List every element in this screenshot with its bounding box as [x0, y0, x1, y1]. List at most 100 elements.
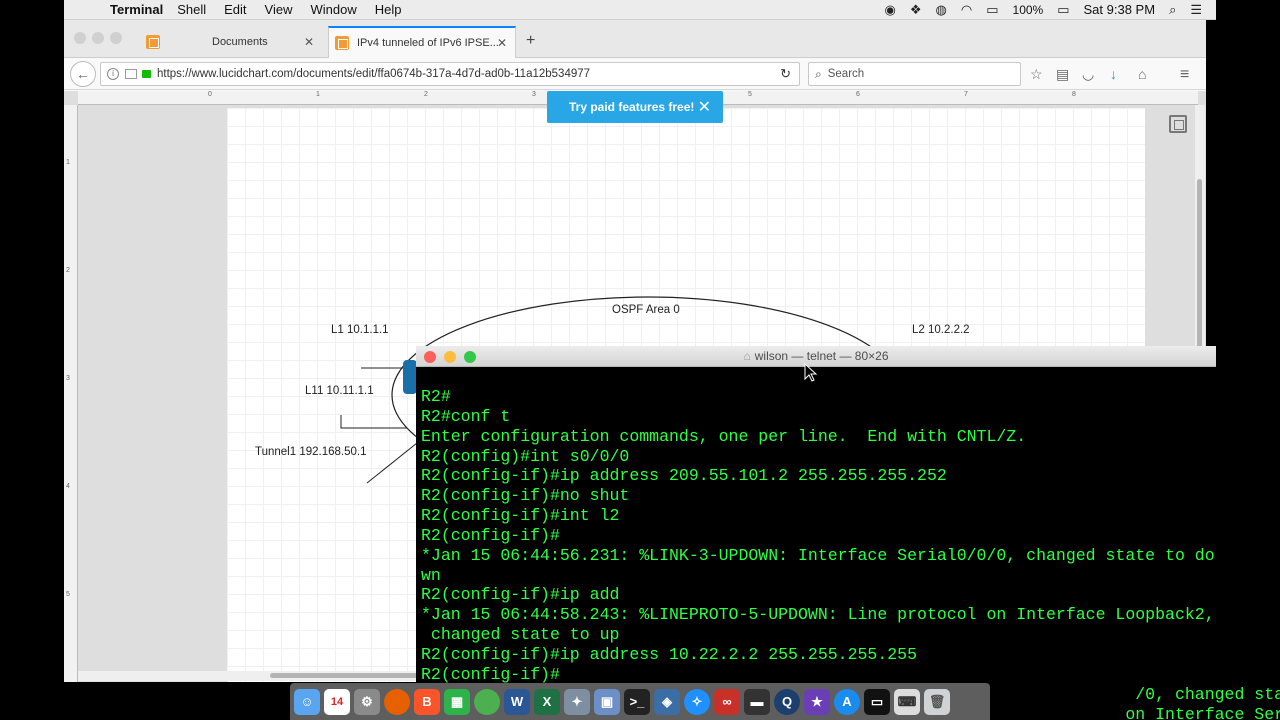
terminal-line: R2(config-if)#ip address 10.22.2.2 255.2…: [421, 644, 918, 664]
wifi-icon[interactable]: ◠: [961, 2, 972, 18]
brave-icon[interactable]: B: [414, 688, 440, 715]
l1-label[interactable]: L1 10.1.1.1: [331, 324, 389, 336]
quicktime-icon[interactable]: Q: [774, 688, 800, 715]
battery-icon[interactable]: ▭: [1057, 2, 1069, 18]
search-input[interactable]: ⌕ Search: [808, 62, 1021, 86]
terminal-line: R2(config-if)#ip add: [421, 585, 620, 605]
bookmark-star-icon[interactable]: ☆: [1030, 66, 1043, 83]
excel-icon[interactable]: X: [534, 688, 560, 715]
screen-icon[interactable]: ▬: [744, 688, 770, 715]
chrome-icon[interactable]: [474, 688, 500, 715]
info-icon[interactable]: i: [107, 68, 119, 80]
record-icon[interactable]: ◉: [885, 2, 896, 18]
new-tab-button[interactable]: +: [526, 32, 535, 50]
ruler-tick: 3: [532, 91, 536, 98]
tab-label: Documents: [212, 36, 268, 48]
menu-window[interactable]: Window: [311, 2, 357, 17]
tab-documents[interactable]: Documents ✕: [140, 26, 322, 58]
l11-label[interactable]: L11 10.11.1.1: [305, 385, 374, 397]
terminal-line: R2(config-if)#: [421, 525, 560, 545]
scroll-thumb[interactable]: [1197, 179, 1202, 349]
close-icon[interactable]: ✕: [698, 97, 711, 117]
pocket-icon[interactable]: ◡: [1082, 66, 1094, 83]
trash-icon[interactable]: 🗑: [924, 688, 950, 715]
spotlight-icon[interactable]: ⌕: [1169, 2, 1176, 18]
virtualbox-icon[interactable]: ◈: [654, 688, 680, 715]
safari-icon[interactable]: ✧: [684, 688, 710, 715]
numbers-icon[interactable]: ▦: [444, 688, 470, 715]
search-icon: ⌕: [815, 66, 822, 81]
finder-icon[interactable]: ☺: [294, 688, 320, 715]
dropbox-icon[interactable]: ❖: [910, 2, 922, 18]
notification-center-icon[interactable]: ☰: [1190, 2, 1202, 18]
ruler-tick: 6: [856, 91, 860, 98]
minimize-button[interactable]: [444, 351, 456, 363]
firefox-icon[interactable]: [384, 688, 410, 715]
ruler-tick: 0: [208, 91, 212, 98]
zoom-button[interactable]: [464, 351, 476, 363]
close-button[interactable]: [424, 351, 436, 363]
imovie-icon[interactable]: ★: [804, 688, 830, 715]
lock-icon: [142, 70, 151, 78]
lucidchart-favicon-icon: [335, 36, 349, 50]
window-close-button[interactable]: [74, 32, 86, 44]
terminal-line: R2(config-if)#int l2: [421, 506, 620, 526]
dock: ☺ 14 ⚙ B ▦ W X ✦ ▣ >_ ◈ ✧ ∞ ▬ Q ★ A ▭ ⌨ …: [290, 683, 990, 720]
ruler-tick: 4: [66, 483, 70, 490]
tab-label: IPv4 tunneled of IPv6 IPSE...: [357, 37, 499, 49]
terminal-icon[interactable]: >_: [624, 688, 650, 715]
system-preferences-icon[interactable]: ⚙: [354, 688, 380, 715]
tab-ipv4-tunneled[interactable]: IPv4 tunneled of IPv6 IPSE... ✕: [328, 26, 516, 58]
window-minimize-button[interactable]: [92, 32, 104, 44]
reading-list-icon[interactable]: ▤: [1056, 66, 1069, 83]
battery-percent: 100%: [1012, 2, 1044, 17]
terminal-window[interactable]: ⌂ wilson — telnet — 80×26 R2# R2#conf t Ent…: [416, 346, 1280, 720]
acrobat-icon[interactable]: ∞: [714, 688, 740, 715]
menu-shell[interactable]: Shell: [177, 2, 206, 17]
hamburger-menu-icon[interactable]: ≡: [1180, 66, 1189, 84]
back-button[interactable]: ←: [70, 61, 96, 87]
router-r1-icon[interactable]: [403, 360, 417, 394]
app-menu[interactable]: Terminal: [110, 2, 163, 17]
airplay-icon[interactable]: ▭: [986, 2, 998, 18]
terminal-line: Enter configuration commands, one per li…: [421, 426, 1027, 446]
l11-connector[interactable]: [340, 415, 407, 429]
tunnel-connector[interactable]: [366, 442, 418, 484]
console-icon[interactable]: ▭: [864, 688, 890, 715]
network-utility-icon[interactable]: ✦: [564, 688, 590, 715]
app-store-icon[interactable]: A: [834, 688, 860, 715]
preview-icon[interactable]: ▣: [594, 688, 620, 715]
try-paid-features-banner[interactable]: Try paid features free! ✕: [547, 91, 723, 123]
tunnel-label[interactable]: Tunnel1 192.168.50.1: [255, 446, 366, 458]
tab-bar: Documents ✕ IPv4 tunneled of IPv6 IPSE..…: [64, 20, 1206, 58]
terminal-output[interactable]: R2# R2#conf t Enter configuration commands…: [421, 387, 1280, 720]
clock[interactable]: Sat 9:38 PM: [1084, 2, 1156, 17]
calendar-icon[interactable]: 14: [324, 688, 350, 715]
terminal-line: changed state to up: [421, 625, 620, 645]
l2-label[interactable]: L2 10.2.2.2: [912, 324, 970, 336]
home-icon[interactable]: ⌂: [1138, 66, 1146, 82]
url-bar[interactable]: i https://www.lucidchart.com/documents/e…: [100, 62, 800, 86]
globe-icon[interactable]: ◍: [936, 2, 947, 18]
ruler-tick: 1: [66, 159, 70, 166]
ruler-tick: 3: [66, 375, 70, 382]
menu-edit[interactable]: Edit: [224, 2, 246, 17]
downloads-icon[interactable]: ↓: [1110, 66, 1117, 82]
keyboard-icon[interactable]: ⌨: [894, 688, 920, 715]
lucidchart-favicon-icon: [146, 35, 160, 49]
navigation-bar: ← i https://www.lucidchart.com/documents…: [64, 58, 1206, 90]
menu-view[interactable]: View: [265, 2, 293, 17]
terminal-line: R2#: [421, 387, 451, 406]
close-tab-icon[interactable]: ✕: [304, 35, 314, 49]
ospf-area-label[interactable]: OSPF Area 0: [612, 304, 680, 316]
terminal-line: R2(config-if)#no shut: [421, 486, 630, 506]
fit-to-screen-icon[interactable]: [1169, 115, 1187, 133]
close-tab-icon[interactable]: ✕: [497, 36, 507, 50]
terminal-line: R2#conf t: [421, 406, 511, 426]
terminal-line: R2(config-if)#: [421, 664, 560, 684]
reload-icon[interactable]: ↻: [780, 66, 791, 82]
menu-help[interactable]: Help: [375, 2, 402, 17]
window-zoom-button[interactable]: [110, 32, 122, 44]
promo-label[interactable]: Try paid features free!: [569, 100, 694, 114]
word-icon[interactable]: W: [504, 688, 530, 715]
